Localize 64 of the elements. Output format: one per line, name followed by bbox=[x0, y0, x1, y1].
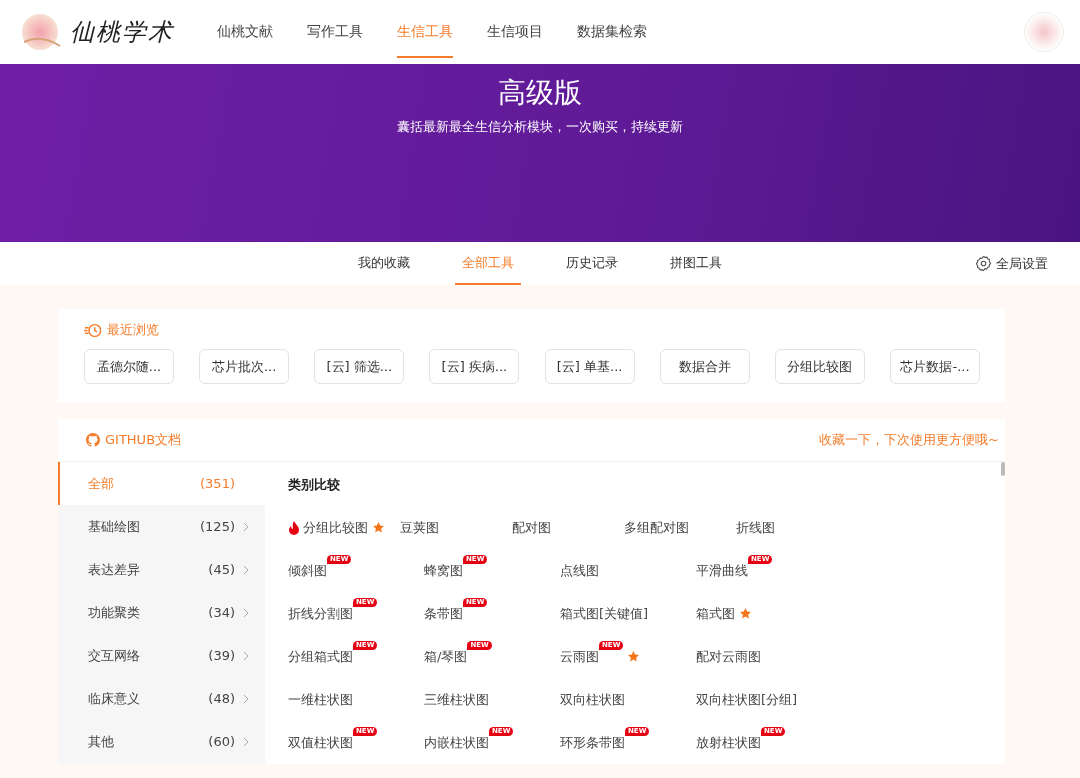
tool-link[interactable]: 双值柱状图 bbox=[288, 733, 353, 752]
category-item[interactable]: 基础绘图 (125) bbox=[58, 505, 265, 548]
settings-icon bbox=[975, 255, 992, 272]
recent-tool-button[interactable]: 孟德尔随... bbox=[84, 349, 174, 384]
tool-link[interactable]: 点线图 bbox=[560, 561, 599, 580]
tool-link[interactable]: 分组比较图 bbox=[303, 518, 368, 537]
chevron-icon bbox=[243, 607, 249, 618]
category-item[interactable]: 临床意义 (48) bbox=[58, 677, 265, 720]
tab[interactable]: 历史记录 bbox=[559, 242, 625, 285]
hint-text: 收藏一下，下次使用更方便哦~ bbox=[819, 431, 999, 449]
tool-link[interactable]: 分组箱式图 bbox=[288, 647, 353, 666]
chevron-icon bbox=[243, 564, 249, 575]
avatar[interactable] bbox=[1024, 12, 1064, 52]
tab[interactable]: 我的收藏 bbox=[351, 242, 417, 285]
recent-tool-button[interactable]: 芯片数据-... bbox=[890, 349, 980, 384]
tool-link[interactable]: 蜂窝图 bbox=[424, 561, 463, 580]
tool-link[interactable]: 倾斜图 bbox=[288, 561, 327, 580]
tool-link[interactable]: 双向柱状图[分组] bbox=[696, 690, 798, 709]
history-icon bbox=[84, 322, 102, 338]
settings-button[interactable]: 全局设置 bbox=[975, 242, 1048, 285]
recent-title: 最近浏览 bbox=[107, 321, 159, 339]
chevron-icon bbox=[243, 693, 249, 704]
tool-link[interactable]: 平滑曲线 bbox=[696, 561, 748, 580]
category-item[interactable]: 其他 (60) bbox=[58, 720, 265, 763]
tool-link[interactable]: 箱式图[关键值] bbox=[560, 604, 649, 623]
recent-tool-button[interactable]: 数据合并 bbox=[659, 349, 750, 384]
tool-link[interactable]: 配对云雨图 bbox=[696, 647, 761, 666]
tool-link[interactable]: 内嵌柱状图 bbox=[424, 733, 489, 752]
banner-subtitle: 囊括最新最全生信分析模块，一次购买，持续更新 bbox=[397, 118, 683, 136]
category-item[interactable]: 功能聚类 (34) bbox=[58, 591, 265, 634]
tool-link[interactable]: 豆荚图 bbox=[400, 518, 439, 537]
tab[interactable]: 拼图工具 bbox=[663, 242, 729, 285]
tool-link[interactable]: 折线图 bbox=[736, 518, 775, 537]
chevron-icon bbox=[243, 650, 249, 661]
nav-tab[interactable]: 写作工具 bbox=[307, 0, 363, 64]
tool-link[interactable]: 条带图 bbox=[424, 604, 463, 623]
recent-tool-button[interactable]: 芯片批次... bbox=[199, 349, 290, 384]
chevron-icon bbox=[243, 736, 249, 747]
category-item[interactable]: 交互网络 (39) bbox=[58, 634, 265, 677]
category-item[interactable]: 表达差异 (45) bbox=[58, 548, 265, 591]
tool-link[interactable]: 双向柱状图 bbox=[560, 690, 625, 709]
nav-tab[interactable]: 数据集检索 bbox=[577, 0, 647, 64]
banner-title: 高级版 bbox=[498, 75, 582, 111]
tool-link[interactable]: 箱式图 bbox=[696, 604, 735, 623]
scrollbar[interactable] bbox=[1001, 462, 1005, 476]
tool-link[interactable]: 环形条带图 bbox=[560, 733, 625, 752]
section-title: 类别比较 bbox=[288, 476, 341, 494]
tool-link[interactable]: 折线分割图 bbox=[288, 604, 353, 623]
tool-link[interactable]: 配对图 bbox=[512, 518, 551, 537]
recent-tool-button[interactable]: [云] 疾病... bbox=[429, 349, 520, 384]
nav-tab[interactable]: 生信项目 bbox=[487, 0, 543, 64]
nav-tab[interactable]: 仙桃文献 bbox=[217, 0, 273, 64]
recent-tool-button[interactable]: [云] 筛选... bbox=[314, 349, 405, 384]
tool-link[interactable]: 多组配对图 bbox=[624, 518, 689, 537]
github-icon bbox=[86, 433, 100, 447]
tool-link[interactable]: 箱/琴图 bbox=[424, 647, 468, 666]
tool-link[interactable]: 一维柱状图 bbox=[288, 690, 353, 709]
recent-tool-button[interactable]: [云] 单基... bbox=[544, 349, 635, 384]
tool-link[interactable]: 放射柱状图 bbox=[696, 733, 761, 752]
logo-text: 仙桃学术 bbox=[70, 17, 174, 48]
chevron-icon bbox=[243, 521, 249, 532]
recent-tool-button[interactable]: 分组比较图 bbox=[774, 349, 865, 384]
tool-link[interactable]: 云雨图 bbox=[560, 647, 599, 666]
tool-link[interactable]: 三维柱状图 bbox=[424, 690, 489, 709]
